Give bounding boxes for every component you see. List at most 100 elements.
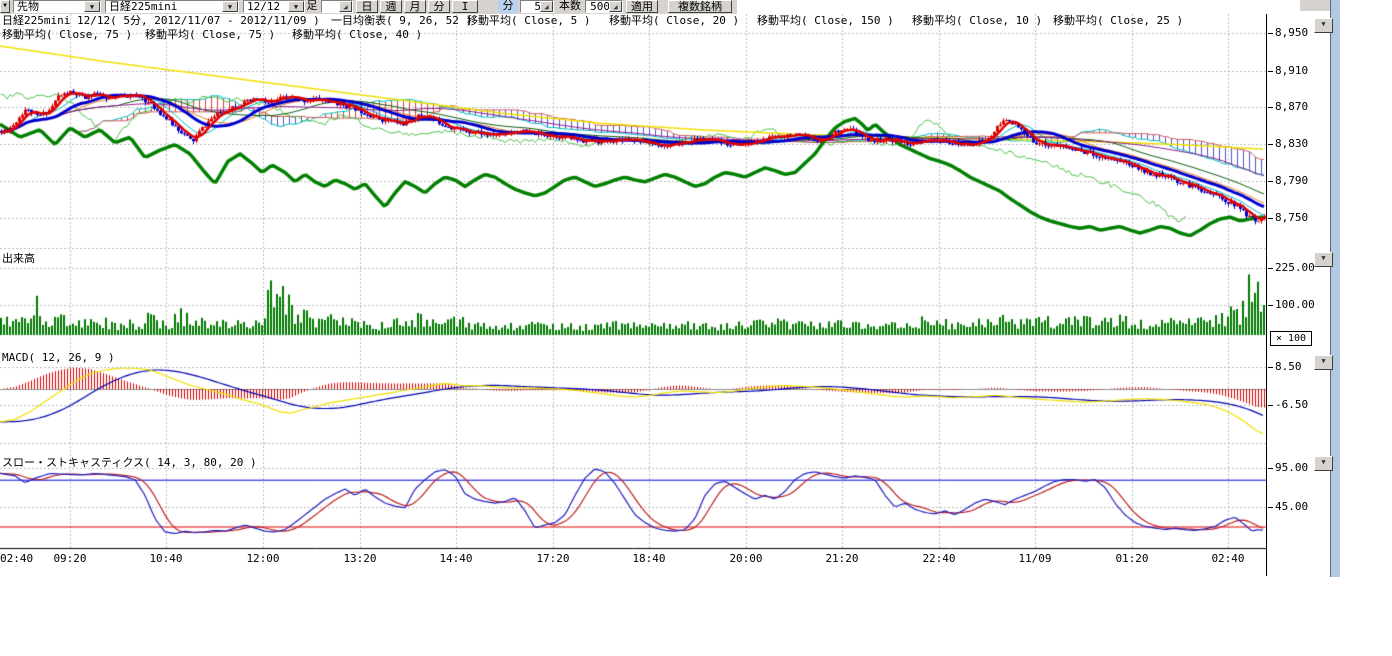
price-scale-dropdown-button[interactable]: ▼ xyxy=(1314,18,1333,33)
axis-tick xyxy=(1268,181,1273,182)
y-axis-label-text: 100.00 xyxy=(1275,298,1315,311)
indicator-label: 移動平均( Close, 40 ) xyxy=(292,28,422,41)
y-axis-label-text: -6.50 xyxy=(1275,398,1308,411)
axis-tick xyxy=(1268,367,1273,368)
y-axis-label-text: 8,830 xyxy=(1275,137,1308,150)
volume-scale-dropdown-button[interactable]: ▼ xyxy=(1314,252,1333,267)
bar-type-label: 足 xyxy=(305,0,319,13)
time-axis-label: 18:40 xyxy=(632,552,665,565)
spinner-icon[interactable]: ◢ xyxy=(540,1,553,12)
y-axis-label-text: 8,910 xyxy=(1275,64,1308,77)
y-axis-label: 45.00 xyxy=(1268,501,1308,513)
axis-tick xyxy=(1268,405,1273,406)
indicator-label: 日経225mini 12/12( 5分, 2012/11/07 - 2012/1… xyxy=(2,14,320,27)
stoch-scale-dropdown-button[interactable]: ▼ xyxy=(1314,456,1333,471)
interval-unit-label: 分 xyxy=(498,0,518,13)
axis-tick xyxy=(1268,71,1273,72)
trading-app-window: { "toolbar": { "combos": [ {"value":"先物"… xyxy=(0,0,1392,656)
time-axis-label: 02:40 xyxy=(0,552,33,565)
y-axis-label-text: 8,790 xyxy=(1275,174,1308,187)
y-axis-label: 8,790 xyxy=(1268,175,1308,187)
y-axis-label-text: 8,870 xyxy=(1275,100,1308,113)
macd-scale-dropdown-button[interactable]: ▼ xyxy=(1314,355,1333,370)
pane-splitter[interactable] xyxy=(1330,0,1340,577)
stochastics-panel-label: スロー・ストキャスティクス( 14, 3, 80, 20 ) xyxy=(2,454,257,470)
y-axis-label: -6.50 xyxy=(1268,399,1308,411)
axis-tick xyxy=(1268,33,1273,34)
interval-value-field[interactable]: 5 ◢ xyxy=(520,0,554,13)
indicator-label: 一目均衡表( 9, 26, 52 ) xyxy=(331,14,472,27)
mini-dropdown-button[interactable]: ▼ xyxy=(0,0,10,13)
y-axis-label: 100.00 xyxy=(1268,299,1315,311)
market-type-select[interactable]: 先物 ▼ xyxy=(13,0,101,13)
contract-month-select[interactable]: 12/12 ▼ xyxy=(243,0,305,13)
axis-tick xyxy=(1268,468,1273,469)
y-axis-label: 8,830 xyxy=(1268,138,1308,150)
dropdown-arrow-icon[interactable]: ▼ xyxy=(84,1,100,12)
y-axis-label: 8,750 xyxy=(1268,212,1308,224)
period-tick-button[interactable]: I xyxy=(452,0,478,13)
indicator-header-row-1: 日経225mini 12/12( 5分, 2012/11/07 - 2012/1… xyxy=(0,14,1267,27)
indicator-header-row-2: 移動平均( Close, 75 ) 移動平均( Close, 75 ) 移動平均( … xyxy=(0,28,1267,41)
spinner-icon[interactable]: ◢ xyxy=(609,1,622,12)
bar-count-field[interactable]: 500 ◢ xyxy=(585,0,623,13)
time-axis-label: 17:20 xyxy=(536,552,569,565)
y-axis-label-text: 8,750 xyxy=(1275,211,1308,224)
period-day-button[interactable]: 日 xyxy=(356,0,378,13)
axis-tick xyxy=(1268,305,1273,306)
time-axis-label: 10:40 xyxy=(149,552,182,565)
time-axis-label: 11/09 xyxy=(1018,552,1051,565)
volume-panel-label: 出来高 xyxy=(2,250,35,266)
y-axis-label-text: 8,950 xyxy=(1275,26,1308,39)
time-axis-label: 12:00 xyxy=(246,552,279,565)
time-axis-label: 09:20 xyxy=(53,552,86,565)
axis-tick xyxy=(1268,507,1273,508)
dropdown-arrow-icon[interactable]: ▼ xyxy=(288,1,304,12)
period-week-button[interactable]: 週 xyxy=(380,0,402,13)
time-axis-label: 20:00 xyxy=(729,552,762,565)
indicator-label: 移動平均( Close, 75 ) xyxy=(2,28,132,41)
bar-count-label: 本数 xyxy=(557,0,583,13)
axis-tick xyxy=(1268,107,1273,108)
indicator-label: 移動平均( Close, 150 ) xyxy=(757,14,894,27)
dropdown-arrow-icon: ▼ xyxy=(3,2,7,9)
volume-multiplier-box: × 100 xyxy=(1270,331,1312,346)
y-axis-label: 95.00 xyxy=(1268,462,1308,474)
bar-count-value: 500 xyxy=(590,0,610,13)
y-axis-label-text: 95.00 xyxy=(1275,461,1308,474)
dropdown-arrow-icon: ▼ xyxy=(1321,20,1325,28)
time-axis-label: 01:20 xyxy=(1115,552,1148,565)
axis-tick xyxy=(1268,144,1273,145)
macd-panel-label: MACD( 12, 26, 9 ) xyxy=(2,351,115,364)
y-axis-label-text: 225.00 xyxy=(1275,261,1315,274)
y-axis-label: 225.00 xyxy=(1268,262,1315,274)
symbol-value: 日経225mini xyxy=(109,0,177,13)
time-axis-label: 22:40 xyxy=(922,552,955,565)
y-axis-label: 8,910 xyxy=(1268,65,1308,77)
indicator-label: 移動平均( Close, 20 ) xyxy=(609,14,739,27)
indicator-label: 移動平均( Close, 25 ) xyxy=(1053,14,1183,27)
symbol-select[interactable]: 日経225mini ▼ xyxy=(105,0,239,13)
indicator-label: 移動平均( Close, 75 ) xyxy=(145,28,275,41)
y-axis-label-text: 8.50 xyxy=(1275,360,1302,373)
dropdown-arrow-icon: ▼ xyxy=(1321,254,1325,262)
axis-tick xyxy=(1268,218,1273,219)
indicator-label: 移動平均( Close, 10 ) xyxy=(912,14,1042,27)
contract-month-value: 12/12 xyxy=(247,0,280,13)
axis-tick xyxy=(1268,268,1273,269)
spinner-icon[interactable]: ◢ xyxy=(339,1,352,12)
dropdown-arrow-icon: ▼ xyxy=(1321,357,1325,365)
apply-button[interactable]: 適用 xyxy=(626,0,658,13)
time-axis-label: 14:40 xyxy=(439,552,472,565)
toolbar: ▼ 先物 ▼ 日経225mini ▼ 12/12 ▼ 足 ◢ 日 週 月 分 I… xyxy=(0,0,737,14)
dropdown-arrow-icon[interactable]: ▼ xyxy=(222,1,238,12)
chart-plot-canvas[interactable] xyxy=(0,0,1267,578)
y-axis-label: 8,950 xyxy=(1268,27,1308,39)
bar-type-field[interactable]: ◢ xyxy=(321,0,353,13)
y-axis-label: 8.50 xyxy=(1268,361,1302,373)
dropdown-arrow-icon: ▼ xyxy=(1321,458,1325,466)
chart-right-border xyxy=(1266,14,1267,576)
period-minute-button[interactable]: 分 xyxy=(428,0,450,13)
multi-symbol-button[interactable]: 複数銘柄 xyxy=(668,0,732,13)
period-month-button[interactable]: 月 xyxy=(404,0,426,13)
